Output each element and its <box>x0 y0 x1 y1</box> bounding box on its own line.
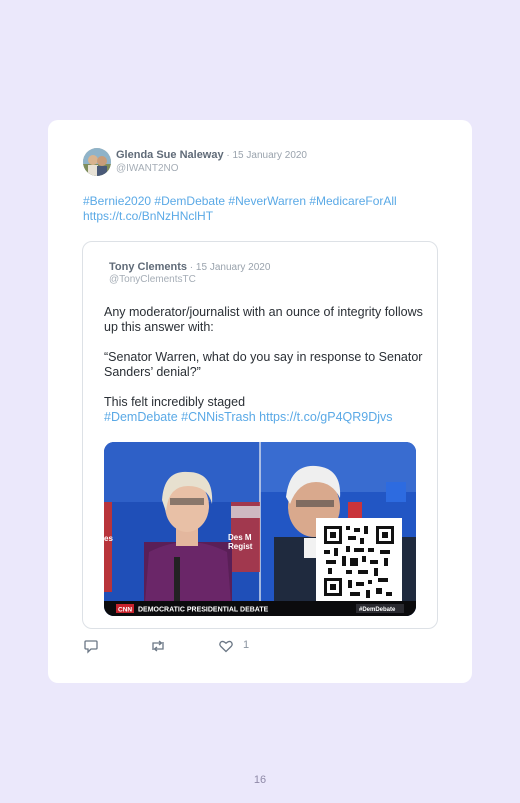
avatar[interactable] <box>83 148 111 176</box>
tweet-card: Glenda Sue Naleway · 15 January 2020 @IW… <box>48 120 472 683</box>
author-name[interactable]: Glenda Sue Naleway <box>116 149 224 161</box>
quoted-handle[interactable]: @TonyClementsTC <box>109 274 196 285</box>
retweet-icon[interactable] <box>149 638 167 659</box>
quoted-hashtags[interactable]: #DemDebate #CNNisTrash <box>104 410 259 424</box>
svg-text:Regist: Regist <box>228 542 253 551</box>
tweet-date: · 15 January 2020 <box>223 150 307 161</box>
debate-still-image: Des M Regist es CNN DEMOCRATIC PRESIDENT… <box>104 442 416 616</box>
qr-code-icon <box>316 518 402 604</box>
quoted-date: · 15 January 2020 <box>187 262 271 273</box>
backdrop-text-left: Des M <box>228 533 252 542</box>
quoted-link[interactable]: https://t.co/gP4QR9Djvs <box>259 410 392 424</box>
reply-icon[interactable] <box>83 638 99 659</box>
page-number: 16 <box>253 774 267 786</box>
tweet-author: Glenda Sue Naleway · 15 January 2020 <box>116 149 307 162</box>
quoted-author: Tony Clements · 15 January 2020 <box>109 261 270 274</box>
tweet-hashtags[interactable]: #Bernie2020 #DemDebate #NeverWarren #Med… <box>83 194 443 209</box>
quoted-tweet[interactable]: Tony Clements · 15 January 2020 @TonyCle… <box>82 241 438 629</box>
tweet-link[interactable]: https://t.co/BnNzHNclHT <box>83 209 443 224</box>
debate-banner-text: DEMOCRATIC PRESIDENTIAL DEBATE <box>138 607 269 614</box>
tweet-actions: 1 <box>83 638 283 656</box>
quoted-media-image[interactable]: Des M Regist es CNN DEMOCRATIC PRESIDENT… <box>104 442 416 616</box>
debate-tag: #DemDebate <box>359 607 396 613</box>
quoted-links-line: #DemDebate #CNNisTrash https://t.co/gP4Q… <box>104 410 424 425</box>
author-handle[interactable]: @IWANT2NO <box>116 163 179 174</box>
quoted-text: Any moderator/journalist with an ounce o… <box>104 305 424 425</box>
quoted-paragraph-2: “Senator Warren, what do you say in resp… <box>104 350 423 379</box>
quoted-paragraph-1: Any moderator/journalist with an ounce o… <box>104 305 423 334</box>
tweet-text: #Bernie2020 #DemDebate #NeverWarren #Med… <box>83 194 443 224</box>
cnn-logo: CNN <box>118 607 132 614</box>
heart-icon[interactable] <box>218 638 234 659</box>
like-count: 1 <box>243 639 250 651</box>
avatar-image <box>83 148 111 176</box>
quoted-paragraph-3: This felt incredibly staged <box>104 395 246 409</box>
quoted-author-name[interactable]: Tony Clements <box>109 261 187 273</box>
backdrop-text-edge: es <box>104 534 113 543</box>
